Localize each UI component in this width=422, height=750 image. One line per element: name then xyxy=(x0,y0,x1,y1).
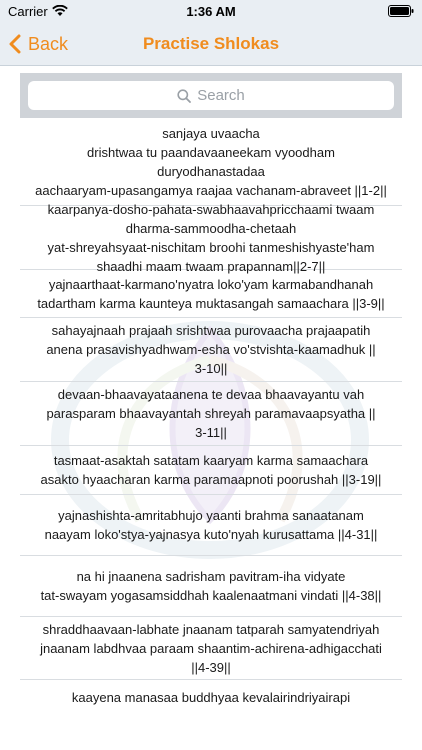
shloka-list-item[interactable]: devaan-bhaavayataanena te devaa bhaavaya… xyxy=(20,382,402,446)
chevron-left-icon xyxy=(8,34,22,54)
wifi-icon xyxy=(51,4,68,17)
shloka-line: parasparam bhaavayantah shreyah paramava… xyxy=(46,406,376,421)
shloka-line: yajnashishta-amritabhujo yaanti brahma s… xyxy=(58,508,364,523)
shloka-line: naayam loko'stya-yajnasya kuto'nyah kuru… xyxy=(44,527,378,542)
shloka-line: na hi jnaanena sadrisham pavitram-iha vi… xyxy=(76,569,346,584)
navigation-bar: Back Practise Shlokas xyxy=(0,22,422,66)
shloka-list-item[interactable]: tasmaat-asaktah satatam kaaryam karma sa… xyxy=(20,446,402,495)
shloka-line: drishtwaa tu paandavaaneekam vyoodham xyxy=(87,144,335,160)
back-button[interactable]: Back xyxy=(8,22,68,66)
search-input[interactable]: Search xyxy=(28,81,394,110)
shloka-line: tat-swayam yogasamsiddhah kaalenaatmani … xyxy=(40,588,382,603)
shloka-line: aachaaryam-upasangamya raajaa vachanam-a… xyxy=(35,182,387,198)
shloka-line: tadartham karma kaunteya muktasangah sam… xyxy=(37,295,385,311)
shloka-line: 3-10|| xyxy=(194,361,228,376)
shloka-line: asakto hyaacharan karma paramaapnoti poo… xyxy=(40,472,382,487)
shloka-line: duryodhanastadaa xyxy=(157,163,265,179)
shloka-line: anena prasavishyadhwam-esha vo'stvishta-… xyxy=(46,342,376,357)
shloka-line: ||4-39|| xyxy=(191,659,231,675)
back-label: Back xyxy=(28,33,69,54)
shloka-line: shaadhi maam twaam prapannam||2-7|| xyxy=(96,258,326,274)
search-placeholder: Search xyxy=(197,87,245,104)
shloka-list: sanjaya uvaacha drishtwaa tu paandavaanee… xyxy=(20,118,402,750)
shloka-line: 3-11|| xyxy=(195,425,227,440)
shloka-line: kaayena manasaa buddhyaa kevalairindriya… xyxy=(71,690,351,705)
battery-icon xyxy=(388,5,414,17)
shloka-line: yajnaarthaat-karmano'nyatra loko'yam kar… xyxy=(48,276,374,292)
search-icon xyxy=(177,88,192,103)
shloka-line: sanjaya uvaacha xyxy=(162,125,260,141)
shloka-list-item[interactable]: kaayena manasaa buddhyaa kevalairindriya… xyxy=(20,680,402,750)
shloka-line: yat-shreyahsyaat-nischitam broohi tanmes… xyxy=(47,239,375,255)
shloka-list-item[interactable]: yajnashishta-amritabhujo yaanti brahma s… xyxy=(20,495,402,556)
status-bar: Carrier 1:36 AM xyxy=(0,0,422,22)
shloka-list-item[interactable]: shraddhaavaan-labhate jnaanam tatparah s… xyxy=(20,617,402,680)
status-left: Carrier xyxy=(8,4,68,19)
shloka-line: dharma-sammoodha-chetaah xyxy=(125,220,297,236)
shloka-line: jnaanam labdhvaa paraam shaantim-achiren… xyxy=(40,640,382,656)
shloka-line: devaan-bhaavayataanena te devaa bhaavaya… xyxy=(57,387,365,402)
carrier-label: Carrier xyxy=(8,3,48,19)
shloka-list-item[interactable]: na hi jnaanena sadrisham pavitram-iha vi… xyxy=(20,556,402,617)
search-bar: Search xyxy=(20,73,402,118)
shloka-line: kaarpanya-dosho-pahata-swabhaavahpriccha… xyxy=(47,201,375,217)
shloka-list-item[interactable]: yajnaarthaat-karmano'nyatra loko'yam kar… xyxy=(20,270,402,318)
shloka-line: tasmaat-asaktah satatam kaaryam karma sa… xyxy=(53,453,369,468)
shloka-line: sahayajnaah prajaah srishtwaa purovaacha… xyxy=(51,323,371,338)
shloka-list-item[interactable]: kaarpanya-dosho-pahata-swabhaavahpriccha… xyxy=(20,202,402,274)
shloka-list-item[interactable]: sanjaya uvaacha drishtwaa tu paandavaanee… xyxy=(20,118,402,206)
shloka-list-item[interactable]: sahayajnaah prajaah srishtwaa purovaacha… xyxy=(20,318,402,382)
shloka-line: shraddhaavaan-labhate jnaanam tatparah s… xyxy=(42,621,380,637)
